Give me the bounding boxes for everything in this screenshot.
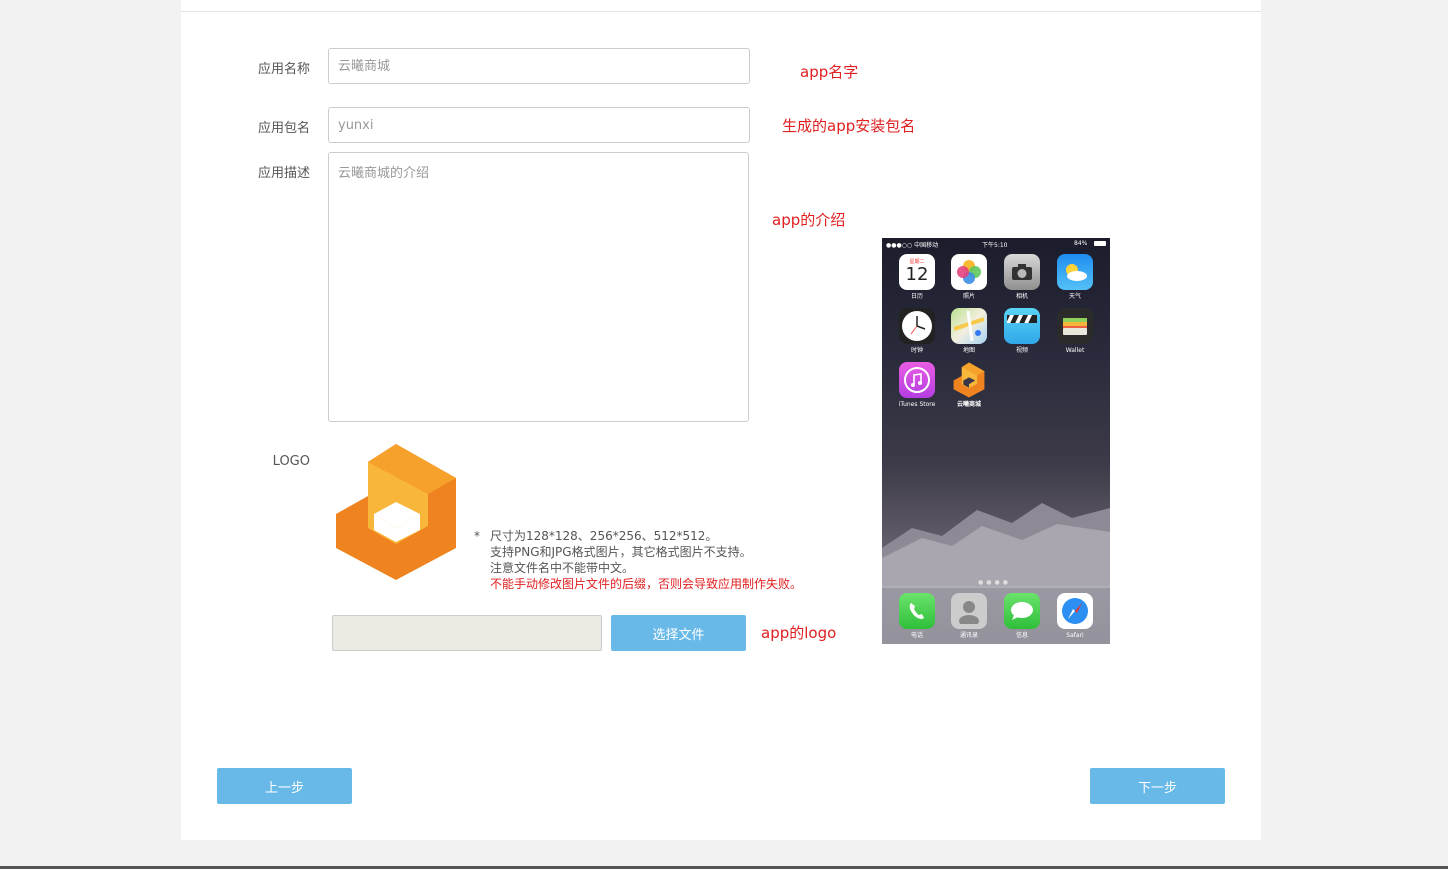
camera-icon [1004, 254, 1040, 290]
phone-icon [899, 593, 935, 629]
contacts-icon [951, 593, 987, 629]
package-name-input[interactable] [328, 107, 750, 143]
yunxi-logo-icon [951, 362, 987, 398]
app-wallet[interactable]: Wallet [1050, 308, 1100, 355]
app-name-input[interactable] [328, 48, 750, 84]
app-weather[interactable]: 天气 [1050, 254, 1100, 301]
next-step-button[interactable]: 下一步 [1090, 768, 1225, 804]
maps-icon [951, 308, 987, 344]
app-photos[interactable]: 照片 [944, 254, 994, 301]
description-textarea[interactable] [328, 152, 749, 422]
messages-icon [1004, 593, 1040, 629]
app-videos[interactable]: 视频 [997, 308, 1047, 355]
clock-icon [899, 308, 935, 344]
itunes-icon [899, 362, 935, 398]
battery-icon [1094, 241, 1106, 246]
description-note: app的介绍 [772, 211, 846, 229]
logo-label: LOGO [272, 454, 310, 469]
app-camera[interactable]: 相机 [997, 254, 1047, 301]
tips-star: * [474, 529, 480, 543]
page-indicator: ●●●● [978, 579, 1011, 586]
dock-messages[interactable]: 信息 [997, 593, 1047, 640]
dock-safari[interactable]: Safari [1050, 593, 1100, 640]
battery-level: 84% [1074, 240, 1088, 247]
app-itunes[interactable]: iTunes Store [892, 362, 942, 409]
app-yunxi[interactable]: 云曦商城 [944, 362, 994, 409]
top-divider [181, 11, 1261, 12]
app-name-label: 应用名称 [257, 62, 310, 77]
tip-filename: 注意文件名中不能带中文。 [490, 561, 635, 575]
weather-icon [1057, 254, 1093, 290]
calendar-icon: 星期二 12 [899, 254, 935, 290]
app-calendar[interactable]: 星期二 12 日历 [892, 254, 942, 301]
carrier: ●●●○○ 中国移动 [886, 242, 939, 249]
clock-time: 下午5:10 [982, 242, 1008, 249]
package-name-note: 生成的app安装包名 [782, 117, 916, 135]
app-clock[interactable]: 时钟 [892, 308, 942, 355]
app-name-note: app名字 [800, 63, 859, 81]
choose-file-button[interactable]: 选择文件 [611, 615, 746, 651]
description-label: 应用描述 [257, 166, 310, 181]
file-path-display[interactable] [332, 615, 602, 651]
tip-warning: 不能手动修改图片文件的后缀，否则会导致应用制作失败。 [490, 577, 803, 591]
logo-note: app的logo [761, 624, 837, 642]
tip-size: 尺寸为128*128、256*256、512*512。 [490, 529, 718, 543]
phone-preview: ●●●○○ 中国移动 下午5:10 84% 星期二 12 日历 照片 相机 天气… [882, 238, 1110, 644]
prev-step-button[interactable]: 上一步 [217, 768, 352, 804]
safari-icon [1057, 593, 1093, 629]
photos-icon [951, 254, 987, 290]
wallpaper-mountain [882, 503, 1110, 588]
tip-format: 支持PNG和JPG格式图片，其它格式图片不支持。 [490, 545, 752, 559]
wallet-icon [1057, 308, 1093, 344]
dock-contacts[interactable]: 通讯录 [944, 593, 994, 640]
dock-phone[interactable]: 电话 [892, 593, 942, 640]
videos-icon [1004, 308, 1040, 344]
phone-status-bar: ●●●○○ 中国移动 下午5:10 84% [882, 238, 1110, 250]
app-maps[interactable]: 地图 [944, 308, 994, 355]
package-name-label: 应用包名 [257, 121, 310, 136]
logo-preview-icon [336, 444, 456, 580]
